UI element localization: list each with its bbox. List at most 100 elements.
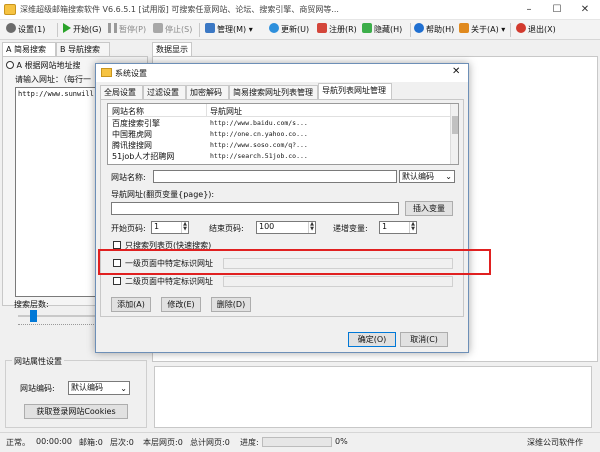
start-button[interactable]: 开始(G) (63, 22, 101, 38)
site-encoding-label: 网站编码: (20, 384, 55, 393)
stop-button[interactable]: 停止(S) (153, 22, 192, 38)
list-item-name[interactable]: 51job人才招聘网 (112, 151, 206, 162)
header-divider (206, 104, 207, 117)
update-button[interactable]: 更新(U) (269, 22, 309, 38)
dialog-close-icon[interactable]: ✕ (452, 66, 460, 77)
settings-dialog: 系统设置 ✕ 全局设置 过滤设置 加密解码 简易搜索网址列表管理 导航列表网址管… (95, 63, 469, 353)
progress-bar (262, 437, 332, 447)
minimize-button[interactable]: – (515, 2, 543, 18)
delete-button[interactable]: 删除(D) (211, 297, 251, 312)
pause-icon (108, 23, 117, 33)
window-title: 深维超级邮箱搜索软件 V6.6.5.1 [试用版] 可搜索任意网站、论坛、搜索引… (20, 5, 339, 14)
pause-button[interactable]: 暂停(P) (108, 22, 146, 38)
chevron-down-icon: ⌄ (445, 172, 452, 181)
tab-nav-url-list[interactable]: 导航列表网址管理 (318, 83, 392, 99)
end-page-spinner[interactable]: 100 ▲ ▼ (256, 221, 316, 234)
get-cookies-button[interactable]: 获取登录网站Cookies (24, 404, 128, 419)
end-page-value: 100 (259, 222, 275, 231)
nav-url-input[interactable] (111, 202, 399, 215)
status-page: 本层网页:0 (143, 438, 183, 447)
exit-label: 退出(X) (528, 25, 556, 34)
scrollbar-thumb[interactable] (452, 116, 458, 134)
hide-button[interactable]: 隐藏(H) (362, 22, 402, 38)
site-name-input[interactable] (153, 170, 397, 183)
level2-input[interactable] (223, 276, 453, 287)
level2-label: 二级页面中特定标识网址 (125, 277, 213, 286)
help-label: 帮助(H) (426, 25, 455, 34)
toolbar-separator (57, 23, 58, 37)
url-label: 请输入网址：（每行一 (15, 75, 91, 84)
exit-icon (516, 23, 526, 33)
list-scrollbar[interactable] (450, 104, 458, 164)
status-normal: 正常。 (6, 438, 30, 447)
about-label: 关于(A) (471, 25, 499, 34)
site-props-title: 网站属性设置 (12, 356, 64, 367)
nav-url-list[interactable]: 网站名称 导航网址 百度搜索引擎 http://www.baidu.com/s.… (107, 103, 459, 165)
list-item-name[interactable]: 腾讯搜搜网 (112, 140, 206, 151)
pause-label: 暂停(P) (119, 25, 147, 34)
modify-button[interactable]: 修改(E) (161, 297, 201, 312)
list-item-url[interactable]: http://search.51job.co... (210, 151, 348, 162)
dialog-title: 系统设置 (115, 69, 147, 78)
step-value: 1 (382, 222, 388, 231)
dialog-encoding-select[interactable]: 默认编码 ⌄ (399, 170, 455, 183)
log-area[interactable] (154, 366, 592, 428)
list-header: 网站名称 导航网址 (108, 104, 450, 117)
search-mode-radio[interactable]: A 根据网站地址搜 (6, 60, 81, 71)
tab-nav-search[interactable]: B 导航搜索 (56, 42, 110, 56)
status-emails: 邮箱:0 (79, 438, 103, 447)
tab-global-settings[interactable]: 全局设置 (100, 85, 143, 99)
tab-data-display[interactable]: 数据显示 (152, 42, 192, 56)
list-header-name: 网站名称 (112, 107, 144, 116)
only-list-checkbox[interactable] (113, 241, 121, 249)
tab-simple-url-list[interactable]: 简易搜索网址列表管理 (229, 85, 318, 99)
start-page-spinner[interactable]: 1 ▲ ▼ (151, 221, 189, 234)
manage-button[interactable]: 管理(M) ▾ (205, 22, 253, 38)
spinner-arrows-icon[interactable]: ▲ ▼ (181, 222, 188, 233)
toolbar-separator (410, 23, 411, 37)
nav-url-label: 导航网址(翻页变量{page}): (111, 190, 215, 199)
register-button[interactable]: 注册(R) (317, 22, 357, 38)
hide-icon (362, 23, 372, 33)
about-button[interactable]: 关于(A) ▾ (459, 22, 505, 38)
status-progress-pct: 0% (335, 437, 348, 446)
add-button[interactable]: 添加(A) (111, 297, 151, 312)
about-icon (459, 23, 469, 33)
register-icon (317, 23, 327, 33)
start-page-label: 开始页码: (111, 224, 146, 233)
stop-label: 停止(S) (165, 25, 193, 34)
globe-icon (269, 23, 279, 33)
list-item-url[interactable]: http://www.baidu.com/s... (210, 118, 348, 129)
site-name-label: 网站名称: (111, 173, 146, 182)
spinner-arrows-icon[interactable]: ▲ ▼ (409, 222, 416, 233)
title-bar: 深维超级邮箱搜索软件 V6.6.5.1 [试用版] 可搜索任意网站、论坛、搜索引… (0, 0, 600, 20)
list-item-url[interactable]: http://one.cn.yahoo.co... (210, 129, 348, 140)
step-spinner[interactable]: 1 ▲ ▼ (379, 221, 417, 234)
cancel-button[interactable]: 取消(C) (400, 332, 448, 347)
list-header-url: 导航网址 (210, 107, 242, 116)
help-button[interactable]: 帮助(H) (414, 22, 454, 38)
level2-checkbox[interactable] (113, 277, 121, 285)
highlight-box (98, 249, 491, 275)
stop-icon (153, 23, 163, 33)
exit-button[interactable]: 退出(X) (516, 22, 556, 38)
insert-variable-button[interactable]: 插入变量 (405, 201, 453, 216)
list-item-name[interactable]: 中国雅虎网 (112, 129, 206, 140)
tab-simple-search[interactable]: A 简易搜索 (2, 42, 56, 56)
tab-filter-settings[interactable]: 过滤设置 (143, 85, 186, 99)
list-item-name[interactable]: 百度搜索引擎 (112, 118, 206, 129)
chevron-down-icon: ⌄ (120, 384, 127, 393)
settings-button[interactable]: 设置(1) (6, 22, 45, 38)
status-total: 总计网页:0 (190, 438, 230, 447)
depth-slider-thumb[interactable] (30, 310, 37, 322)
spinner-arrows-icon[interactable]: ▲ ▼ (308, 222, 315, 233)
status-progress-label: 进度: (240, 438, 259, 447)
maximize-button[interactable]: ☐ (543, 2, 571, 18)
site-encoding-select[interactable]: 默认编码 ⌄ (68, 381, 130, 395)
tab-encrypt-decode[interactable]: 加密解码 (186, 85, 229, 99)
manage-label: 管理(M) (217, 25, 247, 34)
close-button[interactable]: ✕ (571, 2, 599, 18)
dialog-encoding-value: 默认编码 (402, 172, 434, 181)
ok-button[interactable]: 确定(O) (348, 332, 396, 347)
list-item-url[interactable]: http://www.soso.com/q?... (210, 140, 348, 151)
